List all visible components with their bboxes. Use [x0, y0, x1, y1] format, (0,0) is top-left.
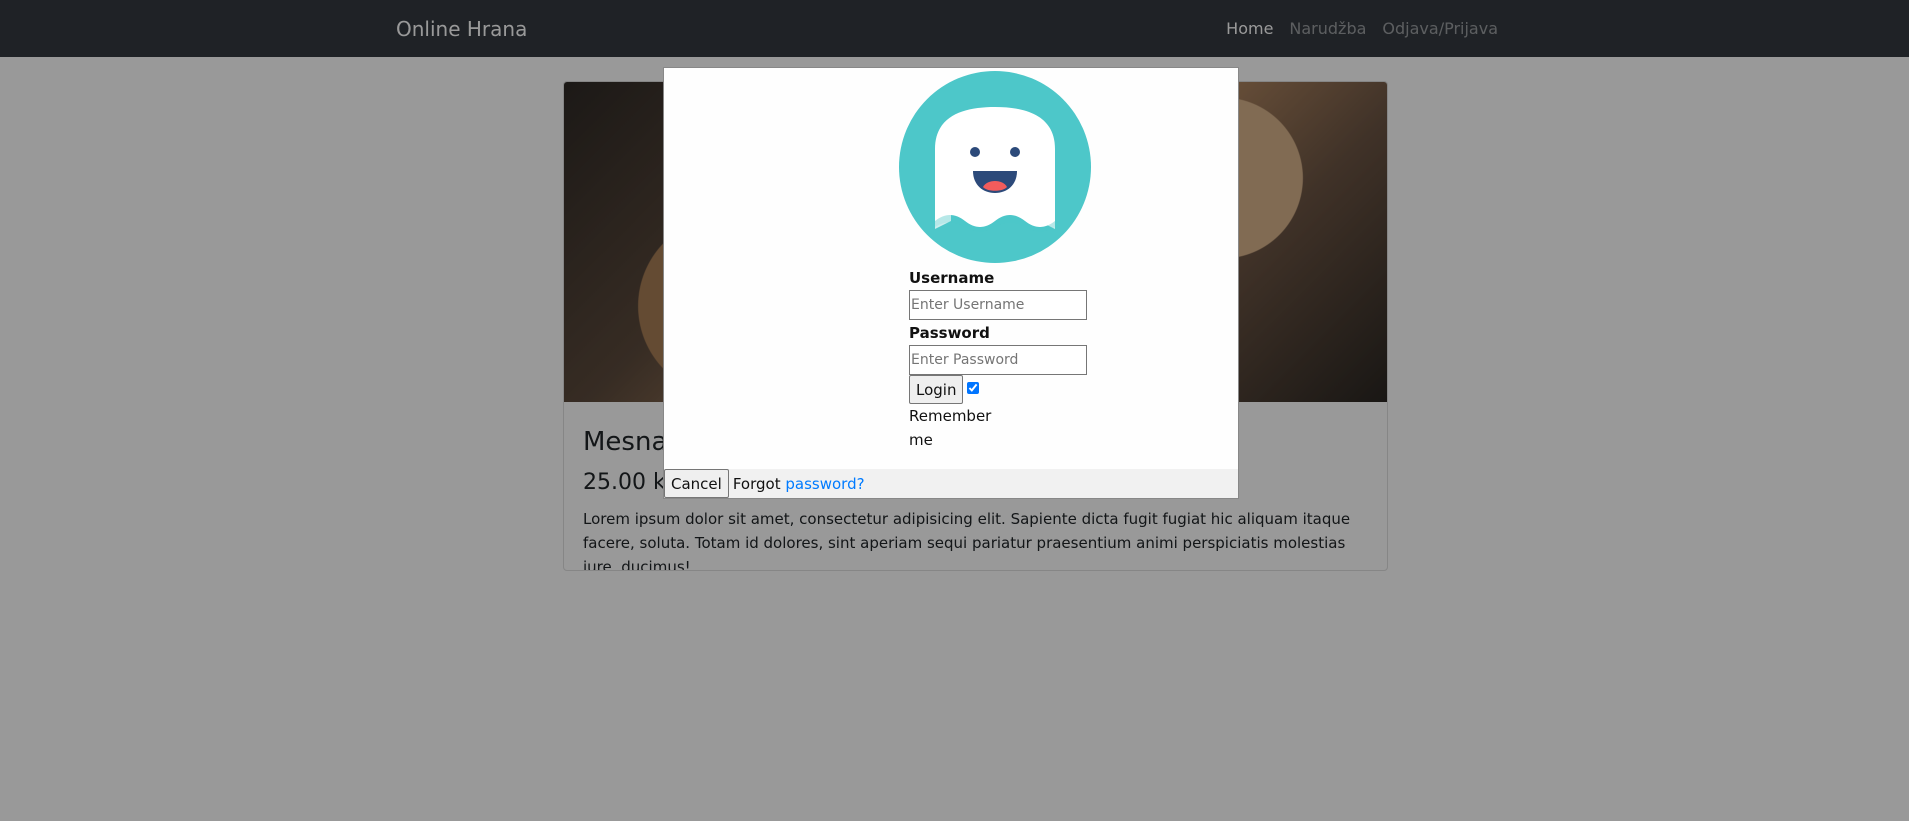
forgot-label: Forgot	[732, 474, 781, 493]
forgot-password-text: Forgot password?	[733, 475, 865, 493]
login-form: Username Password Login Remember me	[909, 268, 1099, 452]
remember-me-label: Remember me	[909, 407, 992, 449]
password-label: Password	[909, 324, 990, 342]
username-label: Username	[909, 269, 995, 287]
remember-me-checkbox[interactable]	[967, 382, 980, 394]
login-modal: Username Password Login Remember me Canc…	[663, 67, 1239, 499]
cancel-button[interactable]: Cancel	[664, 469, 729, 498]
username-input[interactable]	[909, 290, 1087, 320]
forgot-password-link[interactable]: password?	[785, 475, 864, 493]
ghost-avatar-icon	[899, 71, 1091, 263]
login-button[interactable]: Login	[909, 375, 964, 404]
login-row: Login	[909, 375, 1099, 404]
password-input[interactable]	[909, 345, 1087, 375]
modal-footer: Cancel Forgot password?	[664, 469, 1238, 498]
